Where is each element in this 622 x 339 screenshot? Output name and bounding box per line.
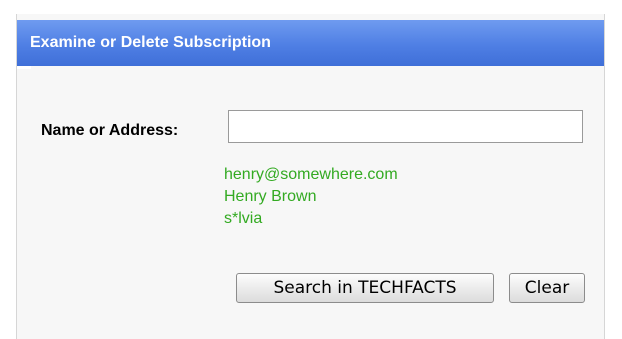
name-or-address-input[interactable] <box>228 110 583 143</box>
panel-title: Examine or Delete Subscription <box>17 20 604 66</box>
subscription-panel: Examine or Delete Subscription Name or A… <box>16 14 605 339</box>
header-divider <box>17 66 31 69</box>
name-or-address-label: Name or Address: <box>41 122 179 139</box>
search-button[interactable]: Search in TECHFACTS <box>236 273 494 303</box>
example-hints: henry@somewhere.com Henry Brown s*lvia <box>224 164 398 230</box>
clear-button[interactable]: Clear <box>509 273 585 303</box>
example-hint-wildcard: s*lvia <box>224 210 263 227</box>
example-hint-name: Henry Brown <box>224 188 317 205</box>
example-hint-email: henry@somewhere.com <box>224 166 398 183</box>
